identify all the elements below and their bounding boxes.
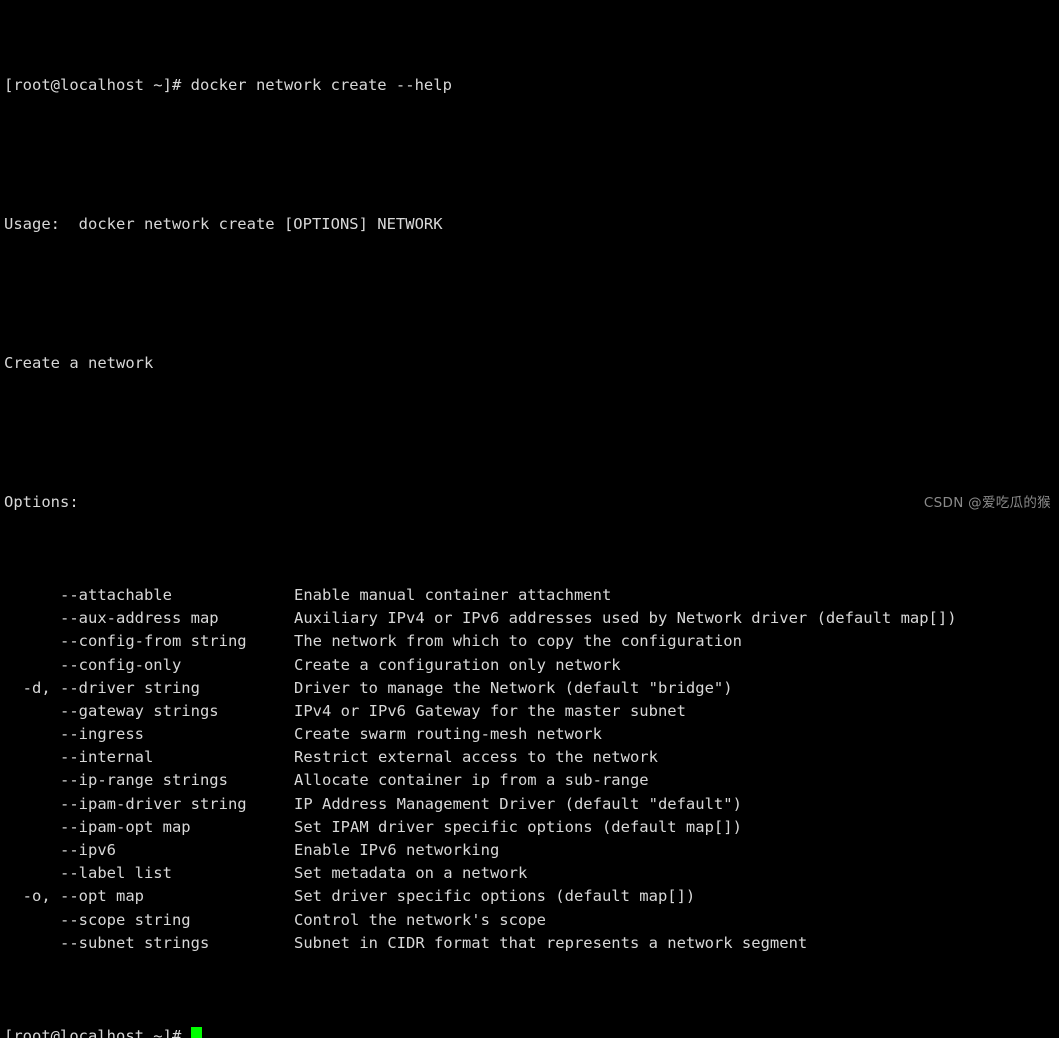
option-flags: --config-from string [4,632,247,651]
option-flags: --config-only [4,655,182,674]
option-row: --gateway strings IPv4 or IPv6 Gateway fo… [4,700,1059,723]
option-description: Enable manual container attachment [294,585,612,604]
option-description: Enable IPv6 networking [294,841,500,860]
option-row: --ipv6 Enable IPv6 networking [4,839,1059,862]
option-row: --internal Restrict external access to th… [4,746,1059,769]
terminal-window[interactable]: [root@localhost ~]# docker network creat… [0,0,1059,1038]
option-description: Create swarm routing-mesh network [294,725,602,744]
option-flags: --label list [4,864,172,883]
option-row: --aux-address map Auxiliary IPv4 or IPv6 … [4,607,1059,630]
prompt-line: [root@localhost ~]# [4,1025,1059,1038]
option-row: --attachable Enable manual container atta… [4,584,1059,607]
option-flags: --ingress [4,725,144,744]
usage-line: Usage: docker network create [OPTIONS] N… [4,214,443,233]
option-row: --ip-range strings Allocate container ip … [4,769,1059,792]
prompt-text: [root@localhost ~]# [4,1026,191,1038]
option-row: --scope string Control the network's scop… [4,909,1059,932]
option-flags: -o, --opt map [4,887,144,906]
command-line: [root@localhost ~]# docker network creat… [4,75,452,94]
option-row: --ingress Create swarm routing-mesh netwo… [4,723,1059,746]
option-flags: -d, --driver string [4,678,200,697]
option-flags: --subnet strings [4,933,210,952]
options-list: --attachable Enable manual container atta… [4,584,1059,955]
option-description: Restrict external access to the network [294,748,658,767]
option-description: IP Address Management Driver (default "d… [294,794,742,813]
option-description: Control the network's scope [294,910,546,929]
option-description: Driver to manage the Network (default "b… [294,678,733,697]
option-flags: --scope string [4,910,191,929]
option-flags: --aux-address map [4,609,219,628]
text-cursor [190,1026,203,1038]
option-flags: --ipv6 [4,841,116,860]
option-description: Set driver specific options (default map… [294,887,696,906]
option-row: --config-from string The network from whi… [4,630,1059,653]
option-row: --ipam-opt map Set IPAM driver specific o… [4,816,1059,839]
option-flags: --ipam-driver string [4,794,247,813]
option-description: IPv4 or IPv6 Gateway for the master subn… [294,701,686,720]
option-description: Subnet in CIDR format that represents a … [294,933,808,952]
options-header: Options: [4,493,79,512]
option-row: --config-only Create a configuration only… [4,654,1059,677]
option-flags: --attachable [4,585,172,604]
option-row: -d, --driver string Driver to manage the … [4,677,1059,700]
option-description: Auxiliary IPv4 or IPv6 addresses used by… [294,609,957,628]
option-row: --label list Set metadata on a network [4,862,1059,885]
option-flags: --gateway strings [4,701,219,720]
option-flags: --ip-range strings [4,771,228,790]
option-description: Allocate container ip from a sub-range [294,771,649,790]
option-row: --ipam-driver string IP Address Managemen… [4,793,1059,816]
option-description: Set metadata on a network [294,864,528,883]
watermark: CSDN @爱吃瓜的猴 [923,494,1051,511]
option-description: Create a configuration only network [294,655,621,674]
option-flags: --ipam-opt map [4,817,191,836]
option-row: --subnet strings Subnet in CIDR format th… [4,932,1059,955]
option-description: Set IPAM driver specific options (defaul… [294,817,742,836]
description-line: Create a network [4,353,154,372]
option-flags: --internal [4,748,154,767]
option-description: The network from which to copy the confi… [294,632,742,651]
option-row: -o, --opt map Set driver specific options… [4,885,1059,908]
